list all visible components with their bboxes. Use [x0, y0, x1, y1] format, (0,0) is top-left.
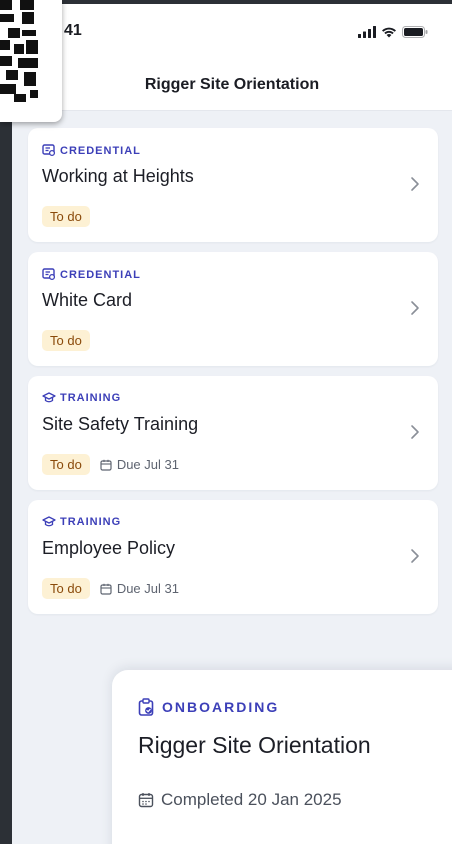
- card-category-label: TRAINING: [60, 392, 122, 404]
- card-category-label: CREDENTIAL: [60, 268, 141, 281]
- status-badge: To do: [42, 578, 90, 599]
- due-date: Due Jul 31: [100, 581, 179, 596]
- graduation-cap-icon: [42, 392, 56, 403]
- task-card-site-safety-training[interactable]: TRAINING Site Safety Training To do Due …: [28, 376, 438, 490]
- task-card-white-card[interactable]: CREDENTIAL White Card To do: [28, 252, 438, 366]
- chevron-right-icon: [411, 301, 419, 315]
- card-category-label: CREDENTIAL: [60, 144, 141, 157]
- sheet-title: Rigger Site Orientation: [138, 732, 371, 758]
- completed-date-label: Completed 20 Jan 2025: [161, 790, 342, 809]
- chevron-right-icon: [411, 549, 419, 563]
- calendar-icon: [100, 583, 112, 595]
- chevron-right-icon: [411, 425, 419, 439]
- qr-code-icon: [0, 0, 38, 102]
- status-badge: To do: [42, 206, 90, 227]
- card-category: TRAINING: [42, 392, 121, 404]
- credential-icon: [42, 144, 56, 157]
- due-date: Due Jul 31: [100, 457, 179, 472]
- card-category: TRAINING: [42, 516, 121, 528]
- graduation-cap-icon: [42, 516, 56, 527]
- status-time: 41: [64, 22, 82, 39]
- card-title: Site Safety Training: [42, 414, 199, 434]
- card-category-label: TRAINING: [60, 516, 122, 528]
- battery-icon: [402, 26, 428, 38]
- status-bar: 41: [12, 4, 452, 62]
- card-meta: To do: [42, 206, 90, 227]
- task-card-working-at-heights[interactable]: CREDENTIAL Working at Heights To do: [28, 128, 438, 242]
- credential-icon: [42, 268, 56, 281]
- card-category: CREDENTIAL: [42, 268, 141, 281]
- card-title: White Card: [42, 290, 133, 310]
- card-title: Working at Heights: [42, 166, 194, 186]
- completed-date: Completed 20 Jan 2025: [138, 790, 342, 810]
- task-card-employee-policy[interactable]: TRAINING Employee Policy To do Due Jul 3…: [28, 500, 438, 614]
- card-meta: To do Due Jul 31: [42, 454, 179, 475]
- status-badge: To do: [42, 454, 90, 475]
- onboarding-summary-sheet[interactable]: ONBOARDING Rigger Site Orientation Compl…: [112, 670, 452, 844]
- page-title: Rigger Site Orientation: [144, 76, 320, 93]
- card-category: CREDENTIAL: [42, 144, 141, 157]
- due-date-label: Due Jul 31: [116, 581, 179, 596]
- wifi-icon: [382, 27, 396, 38]
- calendar-icon: [100, 459, 112, 471]
- chevron-right-icon: [411, 177, 419, 191]
- card-meta: To do: [42, 330, 90, 351]
- status-icons: [358, 26, 428, 38]
- clipboard-check-icon: [138, 698, 154, 716]
- due-date-label: Due Jul 31: [116, 457, 179, 472]
- sheet-category-label: ONBOARDING: [162, 699, 280, 715]
- qr-code-overlay: [0, 0, 62, 122]
- phone-screen: 41 Rigger Site Orientation CREDENTIAL Wo…: [12, 4, 452, 844]
- calendar-icon: [138, 793, 154, 808]
- signal-icon: [358, 26, 376, 38]
- card-meta: To do Due Jul 31: [42, 578, 179, 599]
- page-header: Rigger Site Orientation: [12, 62, 452, 111]
- task-list: CREDENTIAL Working at Heights To do CRED…: [28, 128, 438, 624]
- sheet-category: ONBOARDING: [138, 698, 279, 716]
- status-badge: To do: [42, 330, 90, 351]
- card-title: Employee Policy: [42, 538, 176, 558]
